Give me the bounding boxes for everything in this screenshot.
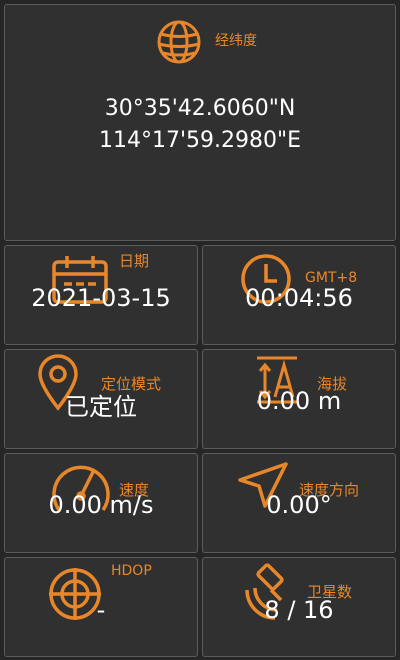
hdop-card: HDOP -	[4, 557, 198, 657]
altitude-value: 0.00 m	[256, 387, 342, 415]
hdop-value: -	[96, 596, 106, 624]
longitude-value: 114°17'59.2980"E	[98, 128, 302, 153]
speed-card: 速度 0.00 m/s	[4, 453, 198, 553]
date-label: 日期	[119, 252, 150, 270]
time-card: GMT+8 00:04:56	[202, 245, 396, 345]
time-value: 00:04:56	[245, 284, 353, 312]
heading-value: 0.00°	[266, 491, 332, 519]
altitude-card: 海拔 0.00 m	[202, 349, 396, 449]
positioning-mode-card: 定位模式 已定位	[4, 349, 198, 449]
date-value: 2021-03-15	[31, 284, 171, 312]
satellite-card: 卫星数 8 / 16	[202, 557, 396, 657]
speed-value: 0.00 m/s	[48, 491, 154, 519]
hdop-label: HDOP	[111, 563, 152, 579]
coordinates-label: 经纬度	[215, 33, 257, 49]
date-card: 日期 2021-03-15	[4, 245, 198, 345]
heading-card: 速度方向 0.00°	[202, 453, 396, 553]
satellite-count-value: 8 / 16	[264, 596, 334, 624]
latitude-value: 30°35'42.6060"N	[104, 96, 296, 121]
coordinates-card: 经纬度 30°35'42.6060"N 114°17'59.2980"E	[4, 4, 396, 241]
positioning-mode-value: 已定位	[65, 393, 137, 421]
globe-icon	[154, 17, 204, 67]
